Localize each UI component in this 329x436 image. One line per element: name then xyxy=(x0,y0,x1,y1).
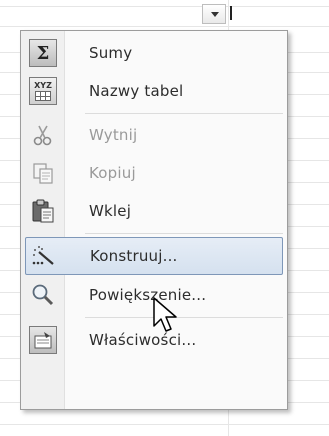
menu-item-cut[interactable]: Wytnij xyxy=(25,116,283,154)
menu-item-label: Nazwy tabel xyxy=(89,82,184,100)
icon-slot: Σ xyxy=(25,34,61,72)
icon-slot: XYZ xyxy=(25,72,61,110)
menu-item-properties[interactable]: Właściwości... xyxy=(25,321,283,359)
xyz-table-icon: XYZ xyxy=(29,77,57,105)
sigma-icon: Σ xyxy=(29,39,57,67)
icon-slot xyxy=(25,116,61,154)
cell-text-cursor xyxy=(230,6,232,20)
menu-item-label: Właściwości... xyxy=(89,331,197,349)
menu-item-table-names[interactable]: XYZ Nazwy tabel xyxy=(25,72,283,110)
properties-icon xyxy=(29,326,57,354)
icon-slot xyxy=(26,237,62,275)
wand-icon xyxy=(32,246,54,265)
grid-row-line xyxy=(0,26,329,27)
copy-icon xyxy=(33,163,53,184)
menu-item-label: Wklej xyxy=(89,202,132,220)
menu-item-sums[interactable]: Σ Sumy xyxy=(25,34,283,72)
menu-item-copy[interactable]: Kopiuj xyxy=(25,154,283,192)
context-menu: Σ Sumy XYZ Nazwy tabel Wytnij Kopiuj Wkl… xyxy=(20,30,288,410)
menu-separator xyxy=(85,233,283,234)
icon-slot xyxy=(25,276,61,314)
dropdown-arrow-icon xyxy=(211,12,219,17)
menu-separator xyxy=(85,317,283,318)
menu-item-label: Konstruuj... xyxy=(90,247,178,265)
scissors-icon xyxy=(33,125,52,146)
icon-slot xyxy=(25,192,61,230)
magnifier-icon xyxy=(32,284,54,306)
icon-slot xyxy=(25,154,61,192)
menu-separator xyxy=(85,113,283,114)
grid-row-line xyxy=(0,424,329,425)
filter-dropdown-button[interactable] xyxy=(202,4,226,24)
menu-item-label: Powiększenie... xyxy=(89,286,207,304)
grid-row-line xyxy=(0,6,329,7)
menu-item-label: Wytnij xyxy=(89,126,138,144)
menu-item-build[interactable]: Konstruuj... xyxy=(25,237,283,275)
paste-icon xyxy=(32,199,54,223)
icon-slot xyxy=(25,321,61,359)
menu-item-label: Kopiuj xyxy=(89,164,136,182)
menu-item-label: Sumy xyxy=(89,44,133,62)
menu-item-zoom[interactable]: Powiększenie... xyxy=(25,276,283,314)
menu-item-paste[interactable]: Wklej xyxy=(25,192,283,230)
